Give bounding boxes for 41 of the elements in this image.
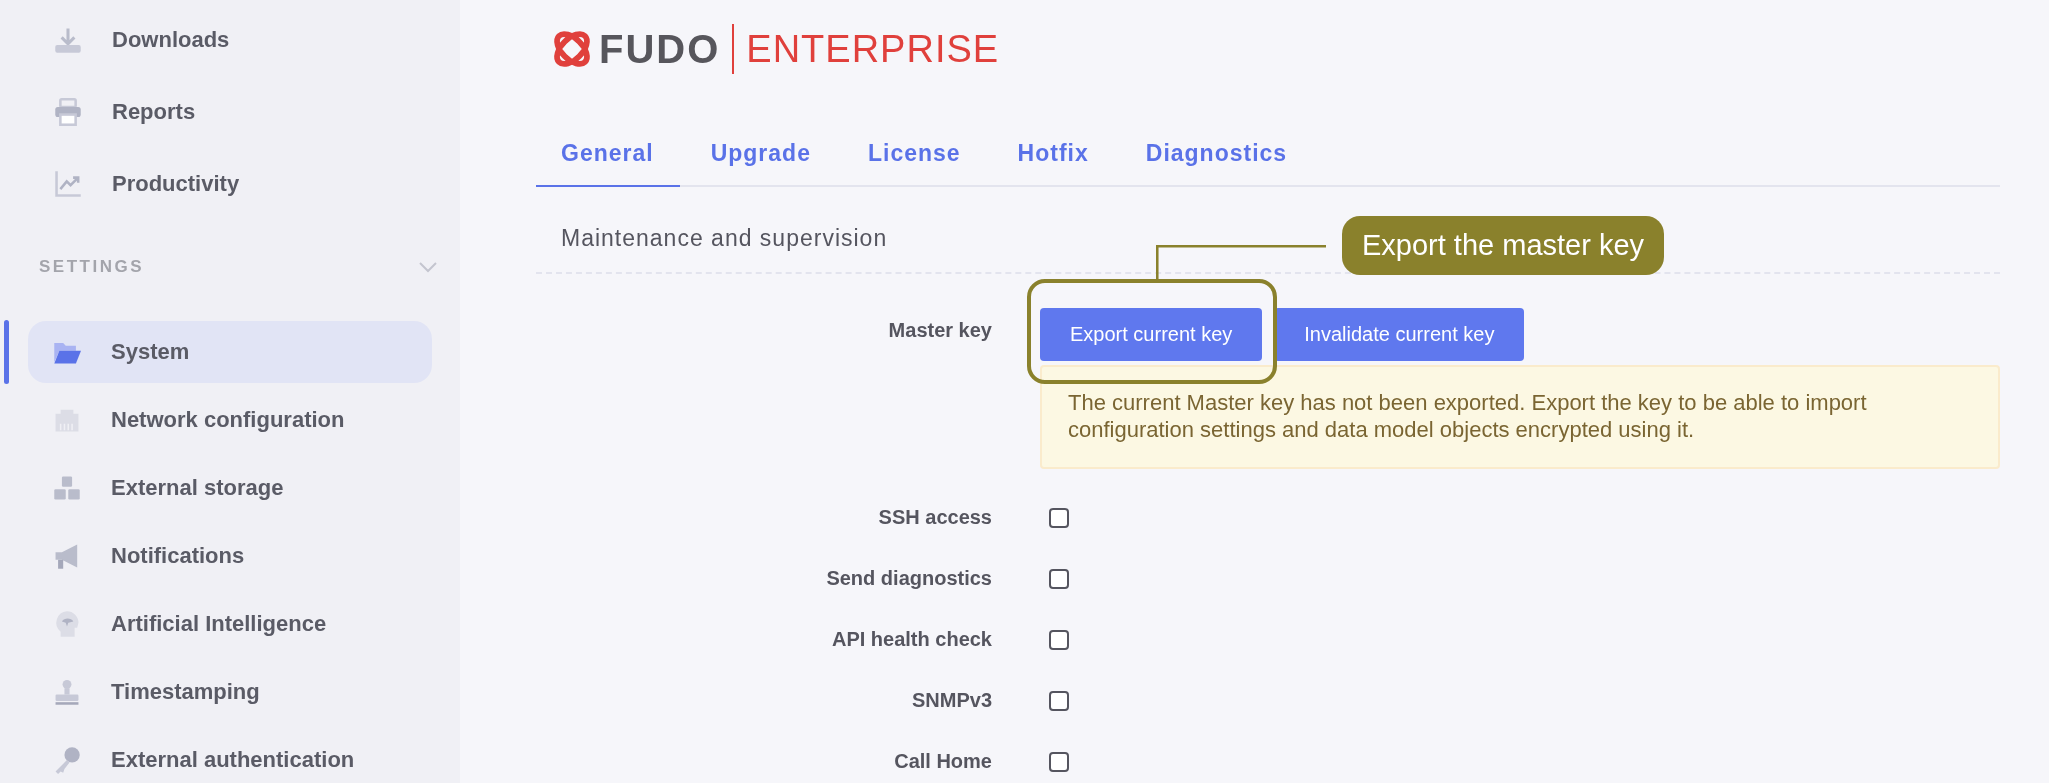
field-label: API health check (831, 627, 992, 652)
head-icon (53, 610, 81, 638)
sidebar-item[interactable]: Reports (28, 79, 432, 145)
callout: Export the master key (1342, 216, 1665, 275)
checkbox[interactable] (1049, 690, 1069, 711)
sidebar-item[interactable]: External authentication (28, 729, 432, 783)
logo-text: FUDO (599, 26, 721, 72)
field-label: SSH access (878, 505, 992, 530)
tab[interactable]: Diagnostics (1120, 140, 1314, 187)
field-label: Call Home (894, 749, 992, 774)
section-heading: SETTINGS (39, 257, 144, 277)
tab[interactable]: Upgrade (685, 140, 837, 187)
stamp-icon (53, 678, 81, 706)
chart-icon (54, 170, 82, 198)
boxes-icon (53, 474, 81, 502)
checkbox[interactable] (1049, 507, 1069, 528)
checkbox[interactable] (1049, 751, 1069, 772)
sidebar-item[interactable]: External storage (28, 457, 432, 519)
checkbox[interactable] (1049, 568, 1069, 589)
field-label: SNMPv3 (911, 688, 992, 713)
logo-edition: ENTERPRISE (746, 27, 1000, 71)
printer-icon (54, 98, 82, 126)
field-label: Send diagnostics (826, 566, 992, 591)
sidebar-item[interactable]: System (28, 321, 432, 383)
active-indicator (4, 320, 9, 384)
warning-message: The current Master key has not been exported. Export the key to be able to import configuration settings and data model objects encrypted using it. (1040, 365, 2000, 469)
tab[interactable]: General (536, 140, 680, 187)
checkbox[interactable] (1049, 629, 1069, 650)
sidebar-item[interactable]: Productivity (28, 151, 432, 217)
key-icon (53, 746, 81, 774)
field-label: Master key (888, 318, 992, 343)
download-icon (54, 26, 82, 54)
tab[interactable]: Hotfix (992, 140, 1115, 187)
sidebar-item[interactable]: Artificial Intelligence (28, 593, 432, 655)
sidebar-item[interactable]: Network configuration (28, 389, 432, 451)
invalidate-button[interactable]: Invalidate current key (1274, 308, 1525, 361)
sidebar-item[interactable]: Downloads (28, 7, 432, 73)
tab[interactable]: License (842, 140, 987, 187)
export-button[interactable]: Export current key (1040, 308, 1263, 361)
sidebar-item[interactable]: Notifications (28, 525, 432, 587)
sidebar-item[interactable]: Timestamping (28, 661, 432, 723)
